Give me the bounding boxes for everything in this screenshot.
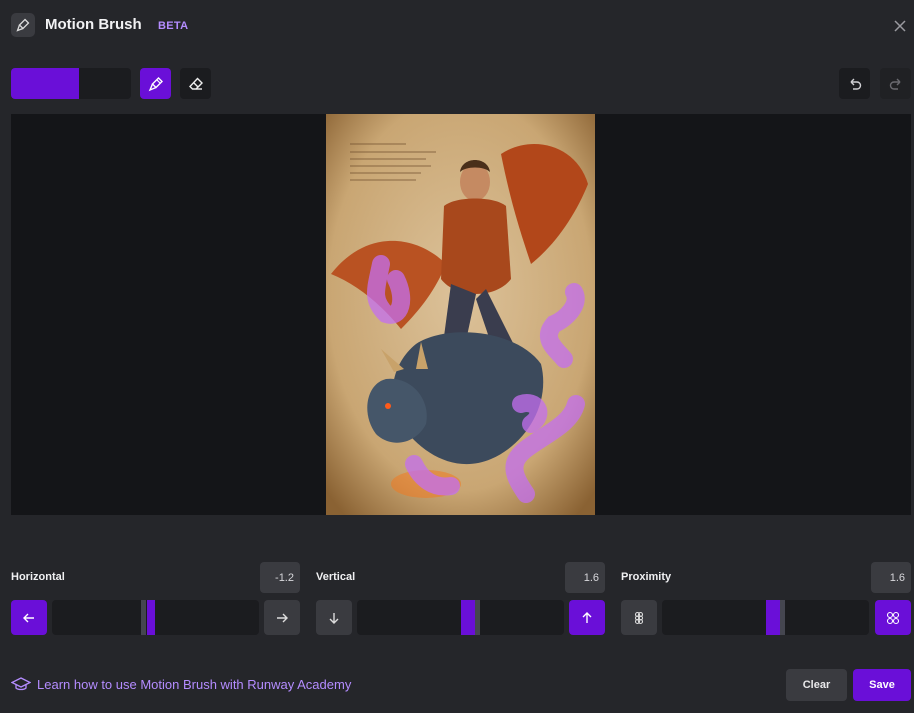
horizontal-right-button[interactable] <box>264 600 300 635</box>
vertical-slider-thumb[interactable] <box>475 600 480 635</box>
horizontal-slider-fill <box>147 600 155 635</box>
horizontal-value-input[interactable]: -1.2 <box>260 562 300 593</box>
vertical-slider[interactable] <box>357 600 564 635</box>
proximity-far-button[interactable] <box>875 600 911 635</box>
academy-link[interactable]: Learn how to use Motion Brush with Runwa… <box>11 676 351 692</box>
vertical-value-input[interactable]: 1.6 <box>565 562 605 593</box>
proximity-slider[interactable] <box>662 600 869 635</box>
horizontal-label: Horizontal <box>11 571 65 583</box>
cluster-far-icon <box>886 611 900 624</box>
horizontal-slider[interactable] <box>52 600 259 635</box>
dialog-title: Motion Brush <box>45 16 142 33</box>
arrow-right-icon <box>277 613 288 622</box>
vertical-down-button[interactable] <box>316 600 352 635</box>
proximity-label: Proximity <box>621 571 672 583</box>
horizontal-slider-thumb[interactable] <box>141 600 146 635</box>
artwork-image <box>326 114 595 515</box>
vertical-up-button[interactable] <box>569 600 605 635</box>
arrow-up-icon <box>582 611 592 623</box>
rider-armor <box>441 198 511 294</box>
brush-icon <box>148 76 163 91</box>
save-button[interactable]: Save <box>853 669 911 701</box>
brush-size-fill <box>11 68 80 99</box>
motion-brush-app-icon <box>11 13 35 37</box>
brush-icon <box>16 18 30 32</box>
undo-icon <box>850 78 861 90</box>
beta-badge: BETA <box>158 20 189 32</box>
redo-button[interactable] <box>880 68 911 99</box>
proximity-value-input[interactable]: 1.6 <box>871 562 911 593</box>
arrow-left-icon <box>23 613 34 622</box>
academy-link-text[interactable]: Learn how to use Motion Brush with Runwa… <box>37 677 351 692</box>
clear-button[interactable]: Clear <box>786 669 847 701</box>
close-icon[interactable] <box>892 18 908 34</box>
vertical-slider-fill <box>461 600 475 635</box>
brush-size-slider[interactable] <box>11 68 131 99</box>
brush-tool-button[interactable] <box>140 68 171 99</box>
eraser-icon <box>188 76 203 90</box>
horizontal-left-button[interactable] <box>11 600 47 635</box>
cluster-near-icon <box>634 611 644 624</box>
graduation-cap-icon <box>11 677 31 691</box>
proximity-near-button[interactable] <box>621 600 657 635</box>
undo-button[interactable] <box>839 68 870 99</box>
eraser-tool-button[interactable] <box>180 68 211 99</box>
arrow-down-icon <box>329 612 339 624</box>
vertical-label: Vertical <box>316 571 356 583</box>
redo-icon <box>889 78 900 90</box>
proximity-slider-thumb[interactable] <box>780 600 785 635</box>
proximity-slider-fill <box>766 600 780 635</box>
